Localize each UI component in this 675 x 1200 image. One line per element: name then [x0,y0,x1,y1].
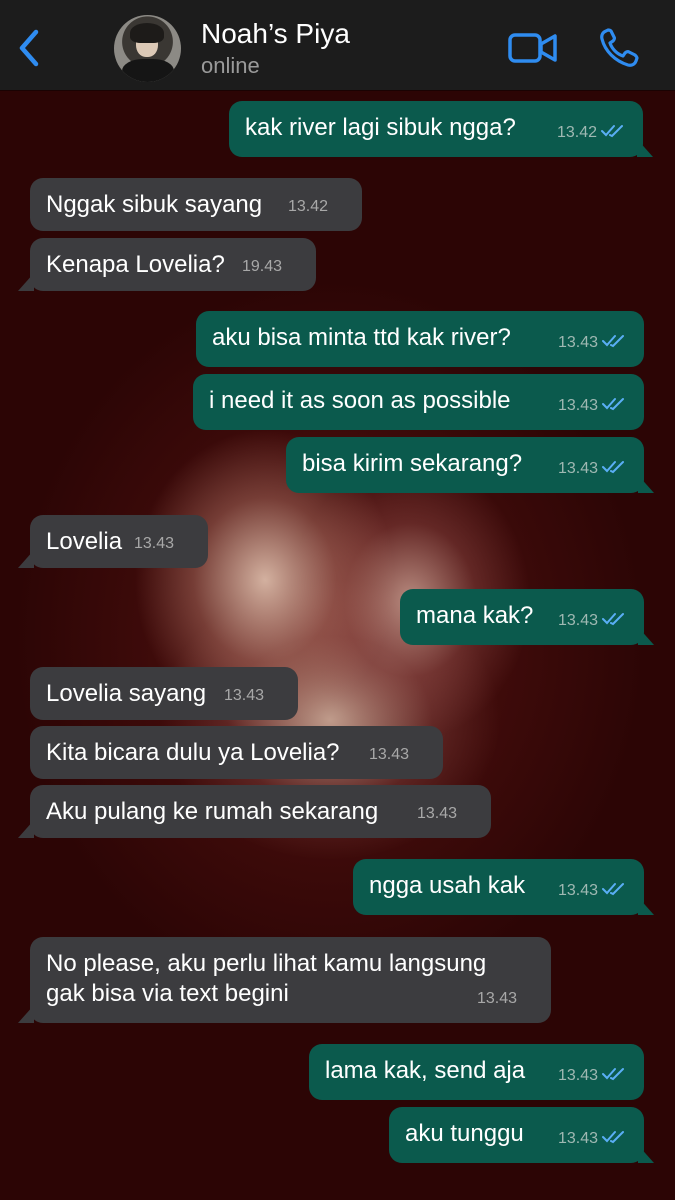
message-text: Lovelia sayang [46,680,207,707]
message-text: mana kak? [416,602,534,629]
avatar[interactable] [114,15,181,82]
avatar-hair [130,23,164,43]
message-time: 13.43 [557,334,598,351]
message-time: 13.43 [416,805,457,822]
message-bubble-outgoing[interactable]: ngga usah kak 13.43 [353,859,654,915]
bubble-tail [18,273,34,291]
double-check-icon [602,461,624,474]
double-check-icon [602,335,624,348]
message-time: 13.42 [287,198,328,215]
message-text: ngga usah kak [369,872,526,899]
message-bubble-incoming[interactable]: Kenapa Lovelia? 19.43 [18,238,316,291]
avatar-figure [122,59,174,82]
message-text: i need it as soon as possible [209,387,511,414]
message-bubble-incoming[interactable]: No please, aku perlu lihat kamu langsung… [18,937,551,1023]
message-bubble-outgoing[interactable]: mana kak? 13.43 [400,589,654,645]
message-text: Aku pulang ke rumah sekarang [46,798,379,825]
message-text: kak river lagi sibuk ngga? [245,114,516,141]
message-time: 13.43 [368,746,409,763]
message-time: 13.43 [557,1067,598,1084]
message-bubble-outgoing[interactable]: i need it as soon as possible 13.43 [193,374,644,430]
message-time: 13.43 [557,397,598,414]
bubble-tail [637,139,653,157]
chevron-left-icon[interactable] [14,28,46,68]
message-time: 13.42 [556,124,597,141]
phone-icon[interactable] [598,27,640,69]
contact-status: online [201,53,260,78]
message-bubble-outgoing[interactable]: kak river lagi sibuk ngga? 13.42 [229,101,653,157]
message-time: 13.43 [133,535,174,552]
message-time: 13.43 [557,612,598,629]
bubble-tail [638,1145,654,1163]
message-bubble-incoming[interactable]: Lovelia sayang 13.43 [30,667,298,720]
message-text: aku tunggu [405,1120,524,1147]
double-check-icon [602,1068,624,1081]
message-time: 13.43 [557,882,598,899]
double-check-icon [601,125,623,138]
message-bubble-incoming[interactable]: Aku pulang ke rumah sekarang 13.43 [18,785,491,838]
bubble-tail [18,820,34,838]
message-time: 19.43 [241,258,282,275]
chat-header: Noah’s Piya online [0,0,675,90]
message-bubble-outgoing[interactable]: bisa kirim sekarang? 13.43 [286,437,654,493]
message-bubble-outgoing[interactable]: aku tunggu 13.43 [389,1107,654,1163]
message-bubble-incoming[interactable]: Nggak sibuk sayang 13.42 [30,178,362,231]
message-text: aku bisa minta ttd kak river? [212,324,511,351]
bubble-tail [18,1005,34,1023]
contact-name[interactable]: Noah’s Piya [201,18,350,50]
message-bubble-incoming[interactable]: Kita bicara dulu ya Lovelia? 13.43 [30,726,443,779]
double-check-icon [602,883,624,896]
double-check-icon [602,613,624,626]
bubble-tail [638,475,654,493]
message-time: 13.43 [223,687,264,704]
message-text: Lovelia [46,528,123,555]
message-time: 13.43 [557,1130,598,1147]
double-check-icon [602,1131,624,1144]
video-camera-icon[interactable] [507,30,559,66]
message-time: 13.43 [557,460,598,477]
message-text: Kenapa Lovelia? [46,251,225,278]
double-check-icon [602,398,624,411]
message-bubble-outgoing[interactable]: aku bisa minta ttd kak river? 13.43 [196,311,644,367]
message-bubble-outgoing[interactable]: lama kak, send aja 13.43 [309,1044,644,1100]
message-text: lama kak, send aja [325,1057,526,1084]
message-text: Nggak sibuk sayang [46,191,263,218]
message-bubble-incoming[interactable]: Lovelia 13.43 [18,515,208,568]
bubble-tail [18,550,34,568]
message-text: No please, aku perlu lihat kamu langsung… [46,950,487,1007]
bubble-tail [638,627,654,645]
message-text: bisa kirim sekarang? [302,450,523,477]
message-time: 13.43 [476,990,517,1007]
message-text: Kita bicara dulu ya Lovelia? [46,739,340,766]
bubble-tail [638,897,654,915]
